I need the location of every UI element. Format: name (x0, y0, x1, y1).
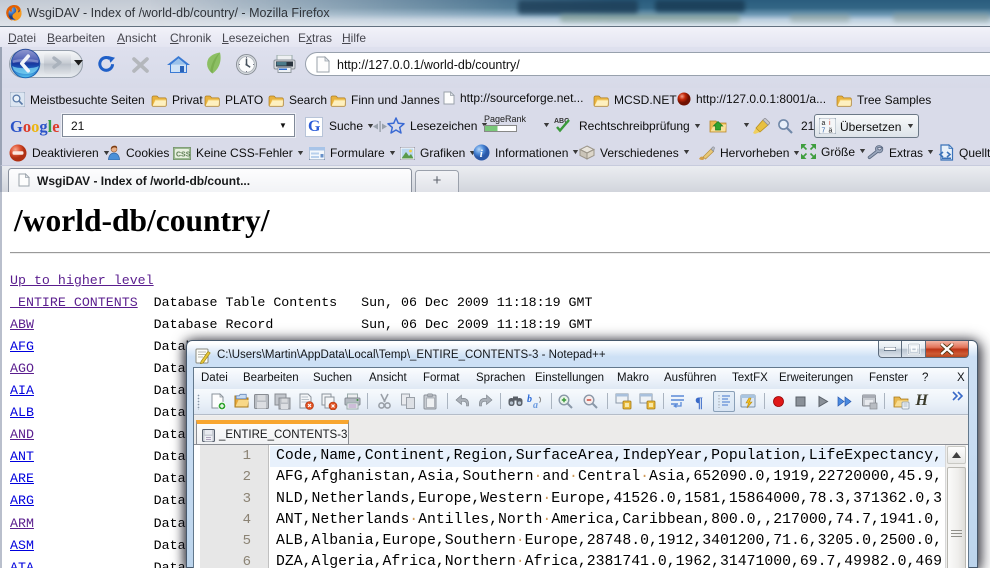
svg-text:¶: ¶ (695, 395, 703, 410)
svg-text:b: b (527, 394, 532, 405)
svg-text:7: 7 (822, 128, 826, 135)
svg-text:ä: ä (829, 128, 833, 135)
svg-text:a: a (533, 400, 538, 410)
svg-text:a: a (822, 120, 826, 127)
svg-text:CSS: CSS (176, 151, 191, 158)
